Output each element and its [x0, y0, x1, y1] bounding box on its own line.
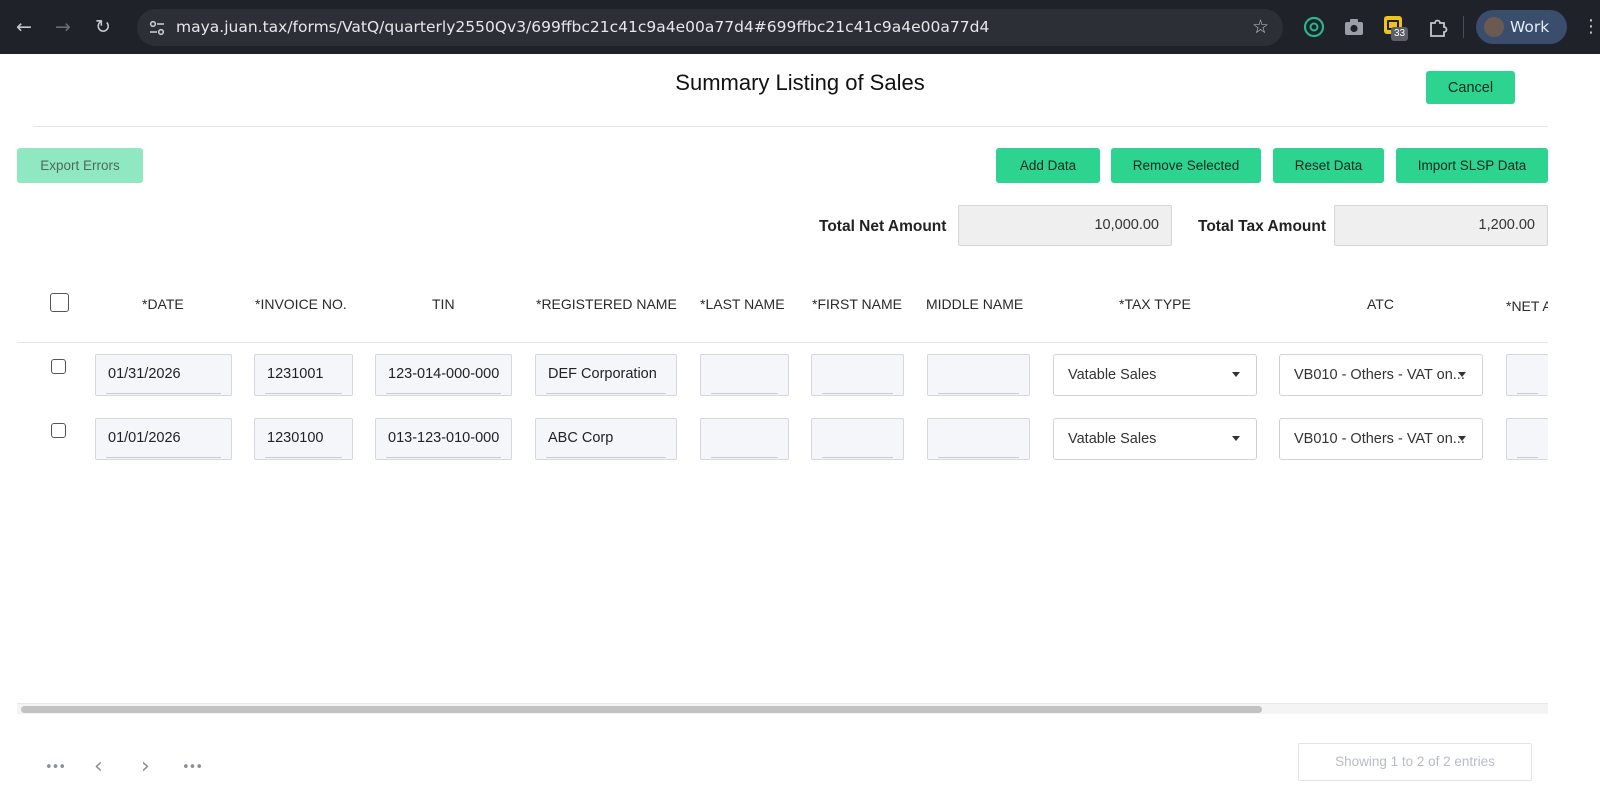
- address-bar[interactable]: maya.juan.tax/forms/VatQ/quarterly2550Qv…: [137, 9, 1283, 46]
- tin-input[interactable]: 123-014-000-000: [375, 354, 512, 396]
- date-input[interactable]: 01/01/2026: [95, 418, 232, 460]
- col-header-registered-name: *REGISTERED NAME: [536, 296, 677, 312]
- back-button[interactable]: ←: [11, 14, 37, 40]
- total-tax-amount-field: 1,200.00: [1334, 205, 1548, 246]
- tax-type-select[interactable]: Vatable Sales: [1053, 418, 1257, 460]
- col-header-net-amount: *NET A: [1506, 298, 1548, 314]
- registered-name-input[interactable]: DEF Corporation: [535, 354, 677, 396]
- invoice-input[interactable]: 1231001: [254, 354, 353, 396]
- chevron-down-icon: [1232, 436, 1240, 441]
- extension-badge-count: 33: [1391, 27, 1409, 41]
- registered-name-value: DEF Corporation: [548, 366, 657, 382]
- header-divider: [33, 126, 1548, 127]
- col-header-atc: ATC: [1367, 296, 1394, 312]
- camera-extension-icon[interactable]: [1342, 15, 1366, 39]
- total-net-amount-label: Total Net Amount: [819, 218, 947, 235]
- col-header-invoice: *INVOICE NO.: [255, 296, 347, 312]
- col-header-tax-type: *TAX TYPE: [1119, 296, 1191, 312]
- reload-icon: ↻: [95, 16, 111, 38]
- select-all-checkbox[interactable]: [50, 293, 69, 312]
- atc-select[interactable]: VB010 - Others - VAT on...: [1279, 354, 1483, 396]
- registered-name-input[interactable]: ABC Corp: [535, 418, 677, 460]
- header-row-divider: [17, 342, 1548, 343]
- net-amount-input[interactable]: [1506, 354, 1548, 396]
- atc-value: VB010 - Others - VAT on...: [1294, 431, 1465, 447]
- puzzle-extensions-icon[interactable]: [1426, 15, 1450, 39]
- entries-info: Showing 1 to 2 of 2 entries: [1298, 743, 1532, 781]
- profile-button[interactable]: Work: [1476, 10, 1567, 44]
- first-page-ellipsis-icon[interactable]: •••: [45, 760, 66, 775]
- tax-type-select[interactable]: Vatable Sales: [1053, 354, 1257, 396]
- cancel-button[interactable]: Cancel: [1426, 71, 1515, 104]
- chevron-down-icon: [1458, 436, 1466, 441]
- browser-toolbar: ← → ↻ maya.juan.tax/forms/VatQ/quarterly…: [0, 0, 1600, 54]
- total-net-amount-field: 10,000.00: [958, 205, 1172, 246]
- chatgpt-extension-icon[interactable]: [1302, 15, 1326, 39]
- avatar: [1484, 17, 1504, 37]
- last-name-input[interactable]: [700, 418, 789, 460]
- col-header-tin: TIN: [432, 296, 455, 312]
- reset-data-button[interactable]: Reset Data: [1273, 148, 1384, 183]
- registered-name-value: ABC Corp: [548, 430, 614, 446]
- total-tax-amount-label: Total Tax Amount: [1198, 218, 1327, 235]
- invoice-value: 1230100: [267, 430, 324, 446]
- reload-button[interactable]: ↻: [90, 14, 116, 40]
- atc-value: VB010 - Others - VAT on...: [1294, 367, 1465, 383]
- forward-button[interactable]: →: [50, 14, 76, 40]
- atc-select[interactable]: VB010 - Others - VAT on...: [1279, 418, 1483, 460]
- import-slsp-data-button[interactable]: Import SLSP Data: [1396, 148, 1548, 183]
- tin-value: 123-014-000-000: [388, 366, 500, 382]
- col-header-first-name: *FIRST NAME: [812, 296, 902, 312]
- first-name-input[interactable]: [811, 354, 904, 396]
- previous-page-icon[interactable]: ‹: [94, 754, 103, 779]
- tax-type-value: Vatable Sales: [1068, 367, 1157, 383]
- date-input[interactable]: 01/31/2026: [95, 354, 232, 396]
- url-text[interactable]: maya.juan.tax/forms/VatQ/quarterly2550Qv…: [176, 9, 989, 46]
- middle-name-input[interactable]: [927, 354, 1030, 396]
- tin-input[interactable]: 013-123-010-000: [375, 418, 512, 460]
- site-settings-icon[interactable]: [147, 18, 167, 38]
- page-title: Summary Listing of Sales: [675, 70, 925, 95]
- chevron-down-icon: [1458, 372, 1466, 377]
- next-page-icon[interactable]: ›: [141, 754, 150, 779]
- export-errors-button[interactable]: Export Errors: [17, 148, 143, 183]
- middle-name-input[interactable]: [927, 418, 1030, 460]
- toolbar-divider: [1463, 16, 1464, 38]
- badge-extension-icon[interactable]: 33: [1383, 15, 1411, 43]
- first-name-input[interactable]: [811, 418, 904, 460]
- horizontal-scrollbar[interactable]: [17, 703, 1548, 714]
- invoice-value: 1231001: [267, 366, 324, 382]
- last-page-ellipsis-icon[interactable]: •••: [182, 760, 203, 775]
- net-amount-input[interactable]: [1506, 418, 1548, 460]
- back-arrow-icon: ←: [16, 16, 32, 38]
- row-checkbox[interactable]: [51, 423, 66, 438]
- date-value: 01/31/2026: [108, 366, 181, 382]
- col-header-date: *DATE: [142, 296, 184, 312]
- tax-type-value: Vatable Sales: [1068, 431, 1157, 447]
- col-header-middle-name: MIDDLE NAME: [926, 296, 1024, 312]
- remove-selected-button[interactable]: Remove Selected: [1111, 148, 1261, 183]
- add-data-button[interactable]: Add Data: [996, 148, 1100, 183]
- forward-arrow-icon: →: [55, 16, 71, 38]
- scrollbar-thumb[interactable]: [21, 706, 1262, 713]
- invoice-input[interactable]: 1230100: [254, 418, 353, 460]
- date-value: 01/01/2026: [108, 430, 181, 446]
- row-checkbox[interactable]: [51, 359, 66, 374]
- tin-value: 013-123-010-000: [388, 430, 500, 446]
- bookmark-star-icon[interactable]: ☆: [1252, 9, 1269, 46]
- last-name-input[interactable]: [700, 354, 789, 396]
- browser-menu-icon[interactable]: ⋮: [1582, 14, 1600, 40]
- col-header-last-name: *LAST NAME: [700, 296, 785, 312]
- profile-name: Work: [1510, 18, 1550, 36]
- chevron-down-icon: [1232, 372, 1240, 377]
